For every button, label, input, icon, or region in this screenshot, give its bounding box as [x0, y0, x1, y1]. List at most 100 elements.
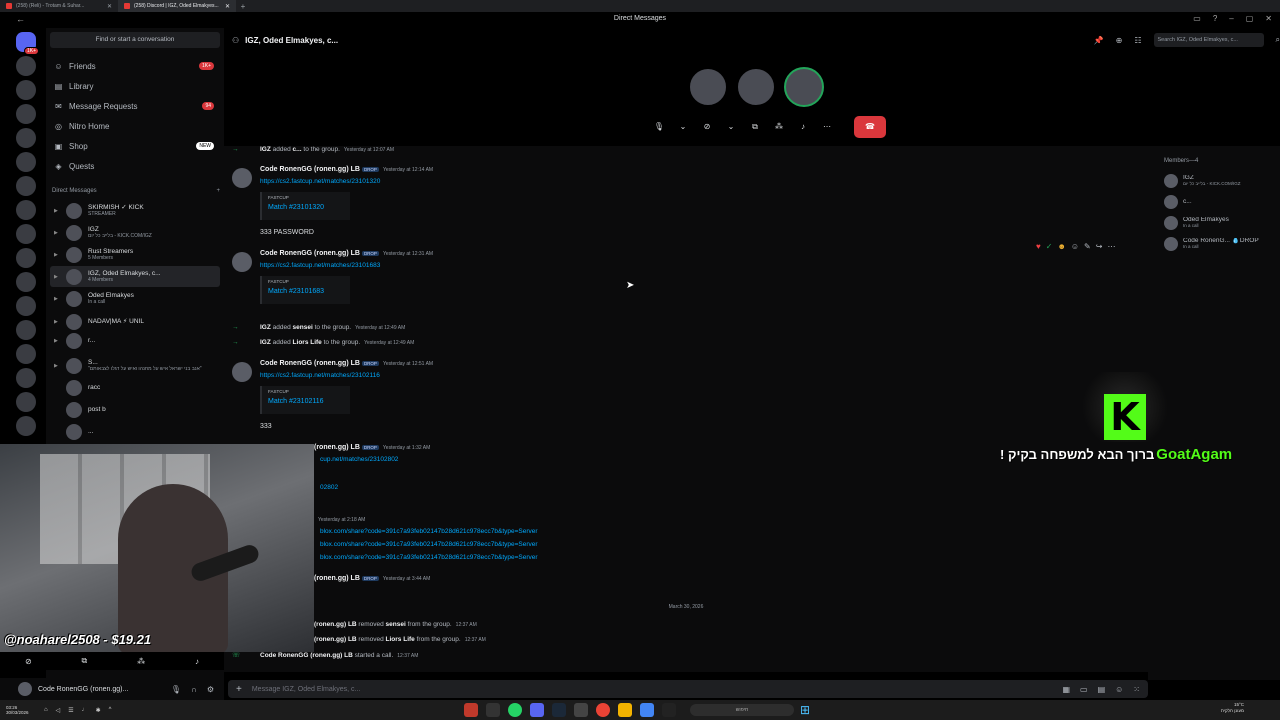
dm-item[interactable]: post b [50, 399, 220, 420]
gift-icon[interactable]: ▦ [1062, 685, 1070, 694]
actor-name[interactable]: IGZ [260, 146, 271, 153]
server-icon[interactable] [16, 104, 36, 124]
dm-item[interactable]: ▶ SKIRMISH ✓ KICK STREAMER [50, 200, 220, 221]
message-link[interactable]: https://cs2.fastcup.net/matches/23101683 [260, 262, 380, 269]
windows-start-icon[interactable]: ⊞ [800, 703, 814, 717]
bluetooth-icon[interactable]: ✱ [96, 707, 101, 714]
app-icon[interactable] [464, 703, 478, 717]
activities-icon[interactable]: ⁂ [770, 116, 788, 138]
new-tab-button[interactable]: + [236, 2, 250, 11]
close-tab-icon[interactable]: ✕ [107, 3, 112, 10]
server-icon[interactable] [16, 272, 36, 292]
browser-tab[interactable]: (258) (Reli) - Trotam & Suhar... ✕ [0, 0, 118, 12]
dm-item[interactable]: ▶ NADAV|MA ⚡ UNIL [50, 311, 220, 332]
user-name[interactable]: Code RonenGG (ronen.gg)... [38, 686, 128, 693]
author-name[interactable]: (ronen.gg) LB [314, 575, 360, 582]
notification-icon[interactable]: ⌂ [44, 707, 48, 714]
check-reaction-icon[interactable]: ✓ [1046, 242, 1053, 251]
avatar[interactable] [18, 682, 32, 696]
server-icon[interactable] [16, 416, 36, 436]
disconnect-call-button[interactable]: ☎ [854, 116, 886, 138]
minimize-button[interactable]: – [1229, 14, 1233, 23]
nav-nitro-home[interactable]: ◎ Nitro Home [50, 117, 220, 135]
actor-name[interactable]: (ronen.gg) LB [314, 621, 357, 628]
actor-name[interactable]: IGZ [260, 339, 271, 346]
discord-icon[interactable] [530, 703, 544, 717]
target-name[interactable]: Liors Life [293, 339, 322, 346]
terminal-icon[interactable] [486, 703, 500, 717]
nav-friends[interactable]: ☺ Friends 1K+ [50, 57, 220, 75]
microphone-icon[interactable]: 🎙 [650, 116, 668, 138]
nav-quests[interactable]: ◈ Quests [50, 157, 220, 175]
message-link[interactable]: https://cs2.fastcup.net/matches/23101320 [260, 178, 380, 185]
nav-shop[interactable]: ▣ Shop NEW [50, 137, 220, 155]
close-tab-icon[interactable]: ✕ [225, 3, 230, 10]
embed-title[interactable]: Match #23102116 [268, 398, 344, 405]
avatar[interactable] [232, 252, 252, 272]
dm-item[interactable]: ▶ IGZ בלייב כל יום - KICK.COM/IGZ [50, 222, 220, 243]
apps-icon[interactable]: ⁙ [1133, 685, 1140, 694]
clock[interactable]: 03:26 30/03/2026 [0, 705, 40, 716]
dm-item[interactable]: racc [50, 377, 220, 398]
folder-icon[interactable] [618, 703, 632, 717]
member-item[interactable]: Code RonenG... 💧DROP In a call [1164, 235, 1278, 253]
server-icon[interactable] [16, 392, 36, 412]
target-name[interactable]: c... [293, 146, 302, 153]
soundboard-icon[interactable]: ♪ [195, 657, 199, 666]
server-icon[interactable] [16, 200, 36, 220]
chevron-up-icon[interactable]: ^ [109, 707, 112, 714]
chevron-down-icon[interactable]: ⌄ [722, 116, 740, 138]
network-icon[interactable]: ☰ [68, 707, 73, 714]
message-link[interactable]: cup.net/matches/23102802 [320, 456, 398, 463]
microphone-icon[interactable]: ♩ [82, 707, 88, 714]
gif-icon[interactable]: ▭ [1080, 685, 1088, 694]
message-link[interactable]: blox.com/share?code=391c7a93feb02147b28d… [320, 528, 538, 535]
attach-plus-icon[interactable]: + [236, 684, 242, 695]
dm-item[interactable]: ... [50, 421, 220, 442]
emoji-icon[interactable]: ☺ [1115, 685, 1123, 694]
screen-share-icon[interactable]: ⧉ [746, 116, 764, 138]
app-icon[interactable] [640, 703, 654, 717]
activities-icon[interactable]: ⁂ [137, 657, 145, 666]
call-participant-avatar-speaking[interactable] [784, 67, 824, 107]
screen-share-icon[interactable]: ⧉ [82, 656, 88, 666]
camera-off-icon[interactable]: ⊘ [698, 116, 716, 138]
find-conversation-button[interactable]: Find or start a conversation [50, 32, 220, 48]
chrome-icon[interactable] [596, 703, 610, 717]
close-window-button[interactable]: ✕ [1265, 14, 1272, 23]
actor-name[interactable]: Code RonenGG (ronen.gg) LB [260, 652, 353, 659]
message-link[interactable]: https://cs2.fastcup.net/matches/23102116 [260, 372, 380, 379]
home-button[interactable]: 1K+ [16, 32, 39, 55]
weather-widget[interactable]: 15°C מעונן חלקית [1221, 702, 1244, 714]
server-icon[interactable] [16, 152, 36, 172]
author-name[interactable]: (ronen.gg) LB [314, 444, 360, 451]
author-name[interactable]: Code RonenGG (ronen.gg) LB [260, 250, 360, 257]
dm-item[interactable]: ▶ Rust Streamers 5 Members [50, 244, 220, 265]
emoji-reaction-icon[interactable]: ☻ [1057, 242, 1065, 251]
browser-tab-active[interactable]: (258) Discord | IGZ, Oded Elmakyes... ✕ [118, 0, 236, 12]
pin-icon[interactable]: 📌 [1094, 36, 1104, 45]
member-item[interactable]: c... [1164, 193, 1278, 211]
target-name[interactable]: sensei [293, 324, 313, 331]
steam-icon[interactable] [552, 703, 566, 717]
whatsapp-icon[interactable] [508, 703, 522, 717]
add-reaction-icon[interactable]: ☺ [1071, 242, 1079, 251]
server-icon[interactable] [16, 176, 36, 196]
call-participant-avatar[interactable] [688, 67, 728, 107]
member-list-icon[interactable]: ☷ [1134, 36, 1141, 45]
avatar[interactable] [232, 168, 252, 188]
server-icon[interactable] [16, 128, 36, 148]
add-member-icon[interactable]: ⊕ [1116, 36, 1123, 45]
edit-icon[interactable]: ✎ [1084, 242, 1091, 251]
server-icon[interactable] [16, 296, 36, 316]
dm-item[interactable]: ▶ Oded Elmakyes In a call [50, 288, 220, 309]
nav-library[interactable]: ▤ Library [50, 77, 220, 95]
server-icon[interactable] [16, 80, 36, 100]
chevron-down-icon[interactable]: ⌄ [674, 116, 692, 138]
nav-message-requests[interactable]: ✉ Message Requests 94 [50, 97, 220, 115]
forward-icon[interactable]: ↪ [1096, 242, 1103, 251]
search-input[interactable]: Search IGZ, Oded Elmakyes, c... [1153, 33, 1264, 47]
server-icon[interactable] [16, 344, 36, 364]
message-link[interactable]: blox.com/share?code=391c7a93feb02147b28d… [320, 541, 538, 548]
inbox-icon[interactable]: ▭ [1193, 14, 1201, 23]
